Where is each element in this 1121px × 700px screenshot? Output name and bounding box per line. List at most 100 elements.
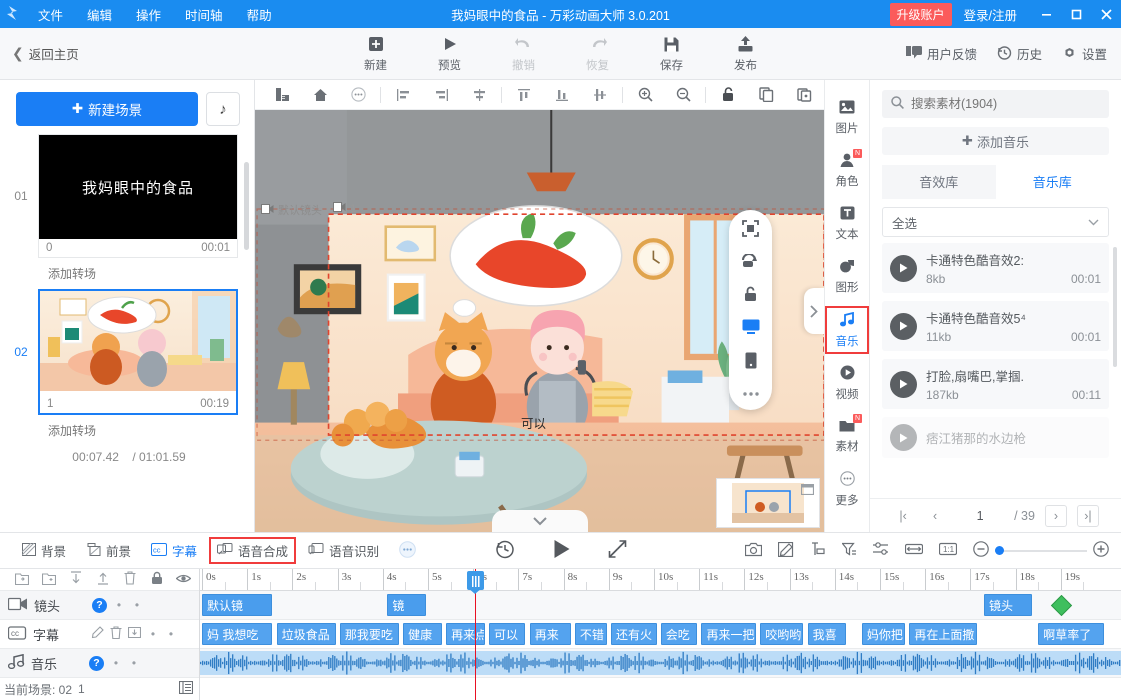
screen-icon[interactable] [742, 319, 760, 338]
track-dot[interactable]: • [110, 656, 122, 670]
more-circle-icon[interactable] [339, 81, 377, 109]
scene-scrollbar[interactable] [244, 162, 249, 250]
unlock-icon[interactable] [743, 286, 758, 305]
timeline-clip[interactable]: 健康 [403, 623, 442, 645]
align-top-icon[interactable] [505, 81, 543, 109]
scene-item-2[interactable]: 02 1 00:19 [4, 289, 254, 415]
paste-icon[interactable] [785, 81, 823, 109]
subtitle-button[interactable]: cc 字幕 [143, 538, 205, 563]
timeline-clip[interactable]: 再来点 [446, 623, 485, 645]
timeline-clip[interactable]: 不错 [574, 623, 607, 645]
timeline-clip[interactable]: 再来一把 [701, 623, 756, 645]
foreground-button[interactable]: 前景 [78, 538, 139, 563]
fit-width-icon[interactable] [904, 542, 924, 559]
track-header-music[interactable]: 音乐 ? • • [0, 649, 199, 678]
rotate-icon[interactable] [742, 253, 759, 272]
next-page-button[interactable]: › [1044, 504, 1067, 527]
menu-item-help[interactable]: 帮助 [235, 2, 284, 27]
zoom-handle[interactable] [995, 546, 1004, 555]
home-icon[interactable] [301, 81, 339, 109]
timeline-clip[interactable]: 会吃 [660, 623, 698, 645]
lock-icon[interactable] [143, 571, 170, 588]
unlock-icon[interactable] [709, 81, 747, 109]
play-icon[interactable] [890, 312, 917, 340]
menu-item-timeline[interactable]: 时间轴 [173, 2, 235, 27]
asr-button[interactable]: 语音识别 [300, 538, 387, 563]
prev-page-button[interactable]: ‹ [924, 505, 946, 527]
new-scene-button[interactable]: ✚ 新建场景 [16, 92, 198, 126]
scene-item-1[interactable]: 01 我妈眼中的食品 0 00:01 [4, 134, 254, 258]
menu-item-edit[interactable]: 编辑 [75, 2, 124, 27]
minimize-button[interactable] [1031, 0, 1061, 28]
menu-item-file[interactable]: 文件 [26, 2, 75, 27]
timeline-ruler[interactable]: 0s1s2s3s4s5s6s7s8s9s10s11s12s13s14s15s16… [200, 569, 1121, 591]
more-actions-button[interactable] [391, 538, 424, 564]
history-button[interactable]: 历史 [997, 44, 1042, 63]
ruler-icon[interactable] [263, 81, 301, 109]
export-icon[interactable] [127, 626, 142, 642]
search-input[interactable] [911, 97, 1100, 111]
zoom-in-button[interactable] [1093, 541, 1109, 560]
maximize-button[interactable] [1061, 0, 1091, 28]
move-up-icon[interactable] [89, 571, 116, 588]
zoom-out-button[interactable] [973, 541, 989, 560]
track-header-subtitle[interactable]: cc 字幕 • • [0, 620, 199, 649]
timeline-clip[interactable]: 那我要吃 [339, 623, 399, 645]
edit-icon[interactable] [777, 541, 794, 560]
back-to-home-button[interactable]: ❮ 返回主页 [0, 44, 79, 63]
timeline-clip[interactable]: 默认镜 [202, 594, 273, 616]
align-bottom-icon[interactable] [543, 81, 581, 109]
track-dot[interactable]: • [147, 627, 159, 641]
category-select[interactable]: 全选 [882, 207, 1109, 237]
timeline-clip[interactable]: 镜 [387, 594, 426, 616]
rail-item-music[interactable]: 音乐 [825, 306, 869, 354]
rail-item-assets[interactable]: N 素材 [825, 412, 869, 460]
login-register-link[interactable]: 登录/注册 [964, 5, 1017, 24]
stage-minimap[interactable] [716, 478, 820, 528]
last-page-button[interactable]: ›| [1076, 504, 1099, 527]
tts-button[interactable]: 语音合成 [209, 537, 297, 564]
timeline-clip[interactable]: 再来 [529, 623, 571, 645]
timeline-clip[interactable]: 我喜 [807, 623, 847, 645]
rail-item-more[interactable]: 更多 [825, 465, 869, 513]
list-item[interactable]: 痞江猪那的水边枪 [882, 417, 1109, 458]
rail-item-text[interactable]: 文本 [825, 200, 869, 248]
play-icon[interactable] [890, 254, 917, 282]
rail-item-character[interactable]: N 角色 [825, 147, 869, 195]
play-icon[interactable] [890, 370, 917, 398]
minimap-window-icon[interactable] [800, 483, 815, 498]
play-icon[interactable] [890, 424, 917, 451]
delete-icon[interactable] [116, 571, 143, 588]
timeline-clip[interactable]: 妈你把 [861, 623, 906, 645]
track-dot[interactable]: • [165, 627, 177, 641]
zoom-in-icon[interactable] [626, 81, 664, 109]
zoom-slider[interactable] [973, 541, 1109, 560]
scene-thumbnail-wrap[interactable]: 1 00:19 [38, 289, 238, 415]
panel-expand-button[interactable] [804, 288, 824, 334]
first-page-button[interactable]: |‹ [892, 505, 914, 527]
redo-button[interactable]: 恢复 [574, 34, 622, 73]
search-box[interactable] [882, 90, 1109, 118]
add-music-button[interactable]: ✚ 添加音乐 [882, 127, 1109, 155]
zoom-out-icon[interactable] [664, 81, 702, 109]
timeline-clip[interactable]: 可以 [489, 623, 526, 645]
play-button[interactable] [552, 539, 570, 562]
timeline-clip[interactable]: 啊草率了 [1038, 623, 1104, 645]
copy-icon[interactable] [747, 81, 785, 109]
track-dot[interactable]: • [128, 656, 140, 670]
track-dot[interactable]: • [113, 598, 125, 612]
move-down-icon[interactable] [62, 571, 89, 588]
settings-button[interactable]: 设置 [1062, 44, 1107, 63]
list-item[interactable]: 卡通特色酷音效2: 8kb 00:01 [882, 243, 1109, 293]
scene-music-button[interactable]: ♪ [206, 92, 240, 126]
track-header-camera[interactable]: 镜头 ? • • [0, 591, 199, 620]
help-icon[interactable]: ? [92, 597, 107, 613]
undo-button[interactable]: 撤销 [500, 34, 548, 73]
tab-sound-effects[interactable]: 音效库 [882, 165, 996, 199]
timeline-clip[interactable]: 妈 我想吃 [202, 623, 273, 645]
add-transition-1[interactable]: 添加转场 [4, 258, 254, 289]
select-frame-icon[interactable] [742, 220, 759, 240]
align-center-h-icon[interactable] [460, 81, 498, 109]
settings-slider-icon[interactable] [873, 542, 889, 559]
timeline-clip[interactable]: 咬哟哟 [760, 623, 804, 645]
